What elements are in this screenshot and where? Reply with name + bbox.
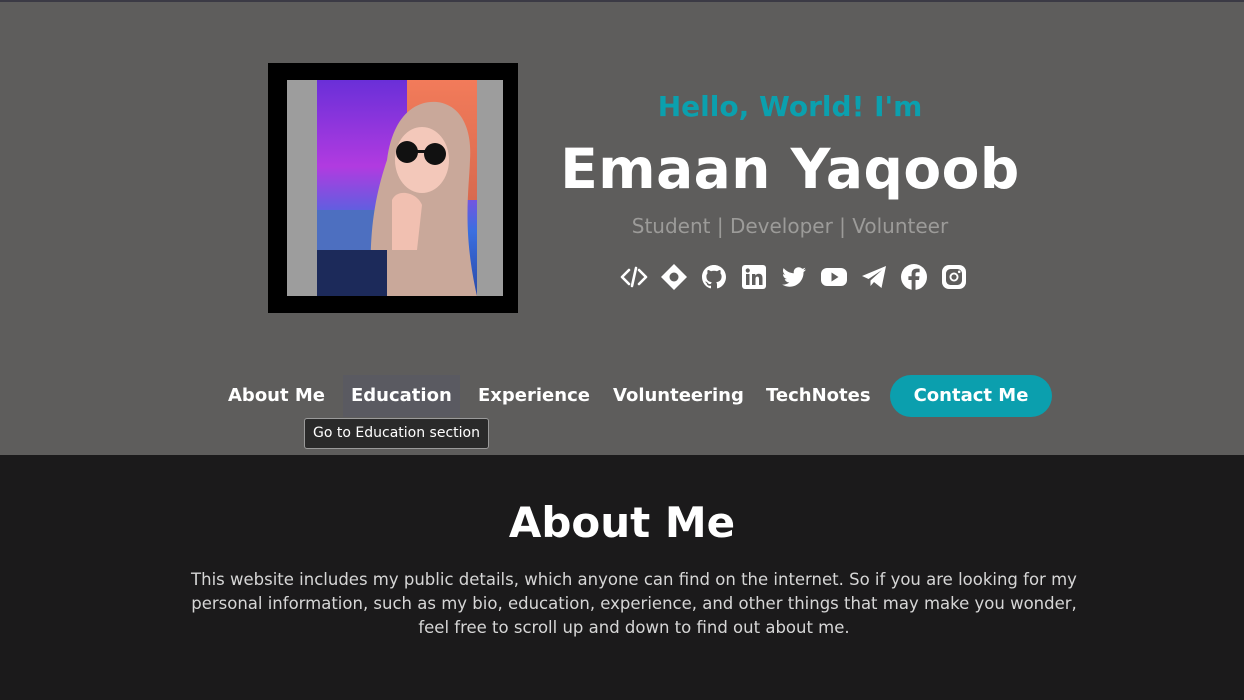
telegram-icon[interactable] [854,260,894,294]
youtube-icon[interactable] [814,260,854,294]
hero-section: Hello, World! I'm Emaan Yaqoob Student |… [0,2,1244,455]
nav-volunteering[interactable]: Volunteering [613,375,744,417]
profile-photo-frame [268,63,518,313]
about-title: About Me [508,498,736,547]
education-tooltip: Go to Education section [304,418,489,449]
main-nav: About Me Education Experience Volunteeri… [0,375,1244,417]
code-icon[interactable] [614,260,654,294]
nav-experience[interactable]: Experience [478,375,590,417]
greeting-text: Hello, World! I'm [657,90,923,123]
roles-subtitle: Student | Developer | Volunteer [631,214,949,238]
social-links [614,260,974,294]
profile-photo [287,80,503,296]
contact-me-button[interactable]: Contact Me [890,375,1052,417]
person-name: Emaan Yaqoob [560,137,1020,201]
diamond-icon[interactable] [654,260,694,294]
nav-technotes[interactable]: TechNotes [766,375,871,417]
about-text: This website includes my public details,… [191,570,1077,637]
nav-about-me[interactable]: About Me [228,375,325,417]
linkedin-icon[interactable] [734,260,774,294]
instagram-icon[interactable] [934,260,974,294]
facebook-icon[interactable] [894,260,934,294]
github-icon[interactable] [694,260,734,294]
twitter-icon[interactable] [774,260,814,294]
nav-education[interactable]: Education [343,375,460,417]
